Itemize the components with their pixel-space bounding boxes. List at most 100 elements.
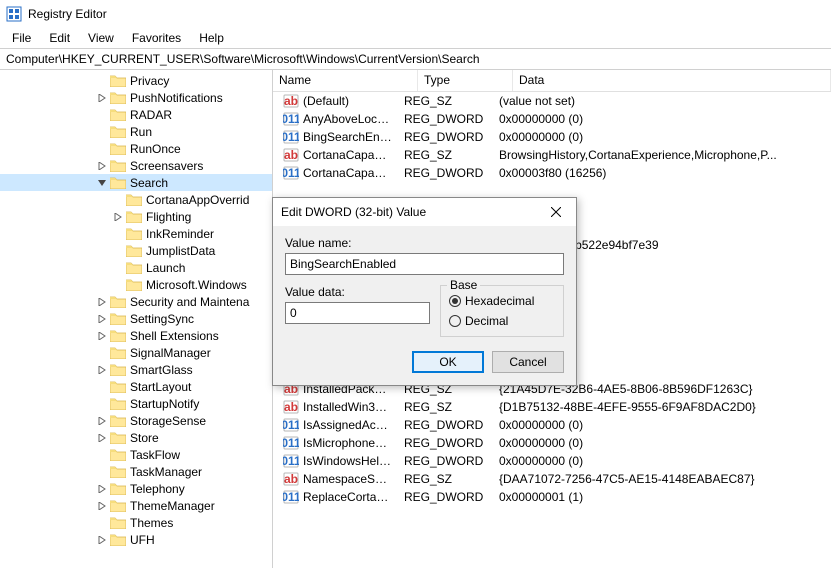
folder-icon	[110, 295, 126, 308]
folder-icon	[110, 397, 126, 410]
ok-button[interactable]: OK	[412, 351, 484, 373]
chevron-right-icon[interactable]	[96, 415, 108, 427]
list-row[interactable]: abCortanaCapabili...REG_SZBrowsingHistor…	[273, 146, 831, 164]
tree-item[interactable]: Themes	[0, 514, 272, 531]
svg-text:011: 011	[283, 490, 299, 504]
chevron-right-icon[interactable]	[96, 160, 108, 172]
radio-hexadecimal[interactable]: Hexadecimal	[449, 294, 555, 308]
col-header-data[interactable]: Data	[513, 70, 831, 91]
chevron-right-icon[interactable]	[96, 313, 108, 325]
chevron-right-icon[interactable]	[96, 92, 108, 104]
tree-item-label: UFH	[130, 533, 155, 547]
base-legend: Base	[447, 278, 480, 292]
menu-help[interactable]: Help	[191, 29, 232, 47]
chevron-right-icon[interactable]	[96, 364, 108, 376]
list-row[interactable]: 011CortanaCapabili...REG_DWORD0x00003f80…	[273, 164, 831, 182]
value-name: CortanaCapabili...	[303, 148, 392, 162]
tree-item[interactable]: Search	[0, 174, 272, 191]
tree-item[interactable]: StartupNotify	[0, 395, 272, 412]
chevron-right-icon[interactable]	[96, 432, 108, 444]
tree-item-label: Screensavers	[130, 159, 203, 173]
list-row[interactable]: ab(Default)REG_SZ(value not set)	[273, 92, 831, 110]
tree-pane[interactable]: PrivacyPushNotifications RADARRunRunOnce S…	[0, 70, 273, 568]
tree-item[interactable]: TaskFlow	[0, 446, 272, 463]
tree-item[interactable]: Flighting	[0, 208, 272, 225]
tree-item[interactable]: ThemeManager	[0, 497, 272, 514]
list-row[interactable]: 011IsMicrophoneAv...REG_DWORD0x00000000 …	[273, 434, 831, 452]
col-header-name[interactable]: Name	[273, 70, 418, 91]
chevron-right-icon[interactable]	[96, 534, 108, 546]
chevron-right-icon[interactable]	[96, 330, 108, 342]
tree-item[interactable]: SettingSync	[0, 310, 272, 327]
list-row[interactable]: abInstalledWin32A...REG_SZ{D1B75132-48BE…	[273, 398, 831, 416]
tree-item-label: TaskManager	[130, 465, 202, 479]
tree-item[interactable]: JumplistData	[0, 242, 272, 259]
menu-favorites[interactable]: Favorites	[124, 29, 189, 47]
list-row[interactable]: abNamespaceSetti...REG_SZ{DAA71072-7256-…	[273, 470, 831, 488]
tree-item[interactable]: StartLayout	[0, 378, 272, 395]
value-name: IsAssignedAccess	[303, 418, 392, 432]
tree-item[interactable]: Launch	[0, 259, 272, 276]
tree-item[interactable]: Privacy	[0, 72, 272, 89]
tree-item[interactable]: Security and Maintena	[0, 293, 272, 310]
folder-icon	[110, 533, 126, 546]
tree-item[interactable]: PushNotifications	[0, 89, 272, 106]
tree-item-label: SignalManager	[130, 346, 211, 360]
menu-view[interactable]: View	[80, 29, 122, 47]
tree-item-label: Search	[130, 176, 168, 190]
string-value-icon: ab	[283, 471, 299, 487]
value-type: REG_DWORD	[398, 166, 493, 180]
chevron-right-icon[interactable]	[112, 211, 124, 223]
chevron-down-icon[interactable]	[96, 177, 108, 189]
tree-item[interactable]: StorageSense	[0, 412, 272, 429]
tree-item[interactable]: TaskManager	[0, 463, 272, 480]
radio-decimal[interactable]: Decimal	[449, 314, 555, 328]
chevron-right-icon[interactable]	[96, 483, 108, 495]
list-row[interactable]: 011AnyAboveLock...REG_DWORD0x00000000 (0…	[273, 110, 831, 128]
value-name: IsMicrophoneAv...	[303, 436, 392, 450]
valuename-label: Value name:	[285, 236, 564, 250]
tree-item[interactable]: Screensavers	[0, 157, 272, 174]
radio-dec-label: Decimal	[465, 314, 508, 328]
tree-item-label: InkReminder	[146, 227, 214, 241]
col-header-type[interactable]: Type	[418, 70, 513, 91]
tree-item-label: RADAR	[130, 108, 172, 122]
tree-item[interactable]: RADAR	[0, 106, 272, 123]
menu-file[interactable]: File	[4, 29, 39, 47]
value-name: CortanaCapabili...	[303, 166, 392, 180]
tree-item[interactable]: Telephony	[0, 480, 272, 497]
cancel-button[interactable]: Cancel	[492, 351, 564, 373]
tree-item[interactable]: Store	[0, 429, 272, 446]
tree-item-label: StartLayout	[130, 380, 191, 394]
menu-edit[interactable]: Edit	[41, 29, 78, 47]
string-value-icon: ab	[283, 399, 299, 415]
tree-item[interactable]: SmartGlass	[0, 361, 272, 378]
dialog-titlebar[interactable]: Edit DWORD (32-bit) Value	[273, 198, 576, 226]
folder-icon	[126, 193, 142, 206]
folder-icon	[110, 499, 126, 512]
value-name: ReplaceCortana...	[303, 490, 392, 504]
folder-icon	[110, 142, 126, 155]
tree-item[interactable]: CortanaAppOverrid	[0, 191, 272, 208]
edit-dword-dialog: Edit DWORD (32-bit) Value Value name: Va…	[272, 197, 577, 386]
tree-item[interactable]: UFH	[0, 531, 272, 548]
list-row[interactable]: 011ReplaceCortana...REG_DWORD0x00000001 …	[273, 488, 831, 506]
regedit-icon	[6, 6, 22, 22]
valuename-field[interactable]	[285, 253, 564, 275]
list-row[interactable]: 011IsAssignedAccessREG_DWORD0x00000000 (…	[273, 416, 831, 434]
close-icon[interactable]	[544, 202, 568, 222]
tree-item[interactable]: InkReminder	[0, 225, 272, 242]
list-row[interactable]: 011IsWindowsHello...REG_DWORD0x00000000 …	[273, 452, 831, 470]
tree-item[interactable]: Microsoft.Windows	[0, 276, 272, 293]
value-name: (Default)	[303, 94, 392, 108]
value-name: InstalledWin32A...	[303, 400, 392, 414]
list-row[interactable]: 011BingSearchEnab...REG_DWORD0x00000000 …	[273, 128, 831, 146]
address-bar[interactable]: Computer\HKEY_CURRENT_USER\Software\Micr…	[0, 48, 831, 70]
tree-item[interactable]: Shell Extensions	[0, 327, 272, 344]
valuedata-field[interactable]	[285, 302, 430, 324]
tree-item[interactable]: Run	[0, 123, 272, 140]
tree-item[interactable]: RunOnce	[0, 140, 272, 157]
chevron-right-icon[interactable]	[96, 500, 108, 512]
chevron-right-icon[interactable]	[96, 296, 108, 308]
tree-item[interactable]: SignalManager	[0, 344, 272, 361]
